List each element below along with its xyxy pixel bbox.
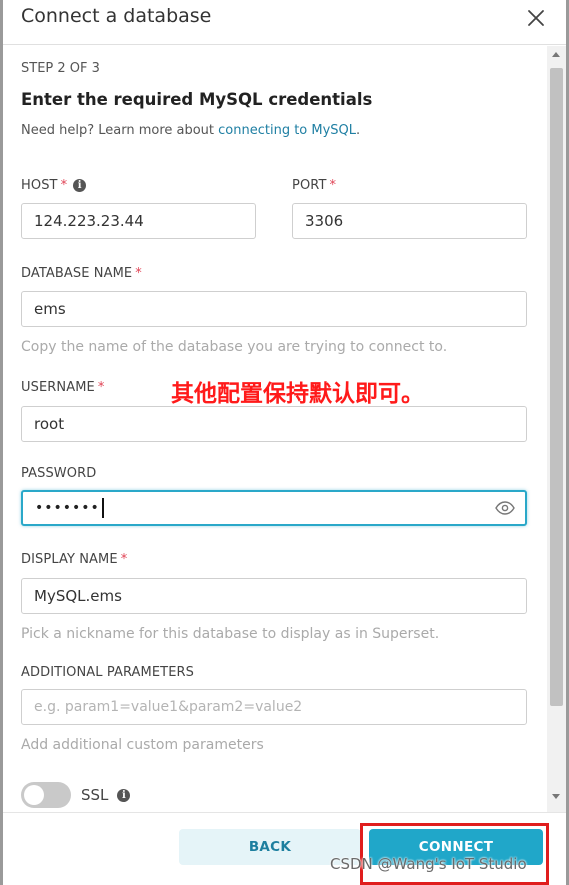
connect-database-modal: Connect a database STEP 2 OF 3 Enter the… xyxy=(0,0,569,885)
display-name-label-text: DISPLAY NAME xyxy=(21,552,118,567)
database-name-label: DATABASE NAME * xyxy=(21,266,142,281)
username-label-text: USERNAME xyxy=(21,380,95,395)
database-name-label-text: DATABASE NAME xyxy=(21,266,133,281)
modal-title: Connect a database xyxy=(21,5,212,27)
password-input[interactable]: ••••••• xyxy=(21,490,527,526)
additional-parameters-label: ADDITIONAL PARAMETERS xyxy=(21,665,195,680)
display-name-label: DISPLAY NAME * xyxy=(21,552,127,567)
display-name-required-marker: * xyxy=(120,552,128,567)
modal-body: STEP 2 OF 3 Enter the required MySQL cre… xyxy=(3,46,547,812)
database-name-hint: Copy the name of the database you are tr… xyxy=(21,339,448,355)
display-name-hint: Pick a nickname for this database to dis… xyxy=(21,626,440,642)
database-name-value: ems xyxy=(34,300,66,318)
modal-footer: BACK CONNECT CSDN @Wang's IoT Studio xyxy=(3,812,566,885)
step-indicator: STEP 2 OF 3 xyxy=(21,61,100,76)
port-label-text: PORT xyxy=(292,178,327,193)
ssl-label-text: SSL xyxy=(81,786,109,804)
host-input[interactable]: 124.223.23.44 xyxy=(21,203,256,239)
display-name-input[interactable]: MySQL.ems xyxy=(21,578,527,614)
password-label-text: PASSWORD xyxy=(21,466,97,481)
info-icon[interactable]: i xyxy=(73,179,87,192)
help-text: Need help? Learn more about connecting t… xyxy=(21,123,360,138)
highlight-box xyxy=(360,823,549,885)
password-value: ••••••• xyxy=(35,500,100,516)
modal-header: Connect a database xyxy=(3,0,566,45)
eye-icon[interactable] xyxy=(495,500,515,516)
connecting-to-mysql-link[interactable]: connecting to MySQL xyxy=(218,123,356,138)
text-caret xyxy=(101,498,104,518)
database-name-input[interactable]: ems xyxy=(21,291,527,327)
additional-parameters-hint: Add additional custom parameters xyxy=(21,737,264,753)
scroll-up-arrow-icon[interactable] xyxy=(552,52,560,57)
port-required-marker: * xyxy=(329,178,337,193)
close-icon[interactable] xyxy=(526,8,546,28)
port-value: 3306 xyxy=(305,212,344,230)
host-value: 124.223.23.44 xyxy=(34,212,144,230)
password-label: PASSWORD xyxy=(21,466,96,481)
help-prefix: Need help? Learn more about xyxy=(21,123,219,138)
additional-parameters-input[interactable]: e.g. param1=value1&param2=value2 xyxy=(21,689,527,725)
ssl-label: SSL i xyxy=(81,786,131,804)
database-name-required-marker: * xyxy=(135,266,142,281)
additional-parameters-placeholder: e.g. param1=value1&param2=value2 xyxy=(34,699,303,715)
username-label: USERNAME * xyxy=(21,380,104,395)
username-required-marker: * xyxy=(97,380,105,395)
port-input[interactable]: 3306 xyxy=(292,203,527,239)
info-icon[interactable]: i xyxy=(117,789,131,802)
username-input[interactable]: root xyxy=(21,406,527,442)
host-required-marker: * xyxy=(60,178,68,193)
host-label: HOST * i xyxy=(21,178,87,193)
display-name-value: MySQL.ems xyxy=(34,587,122,605)
annotation-text: 其他配置保持默认即可。 xyxy=(171,381,424,407)
scrollbar[interactable] xyxy=(547,46,566,812)
port-label: PORT * xyxy=(292,178,336,193)
username-value: root xyxy=(34,415,65,433)
scroll-down-arrow-icon[interactable] xyxy=(552,794,560,799)
host-label-text: HOST xyxy=(21,178,58,193)
help-suffix: . xyxy=(356,123,361,138)
scrollbar-thumb[interactable] xyxy=(550,68,563,706)
ssl-toggle-knob xyxy=(24,785,44,805)
form-heading: Enter the required MySQL credentials xyxy=(21,90,373,109)
watermark: CSDN @Wang's IoT Studio xyxy=(330,855,527,873)
ssl-toggle[interactable] xyxy=(21,782,71,808)
